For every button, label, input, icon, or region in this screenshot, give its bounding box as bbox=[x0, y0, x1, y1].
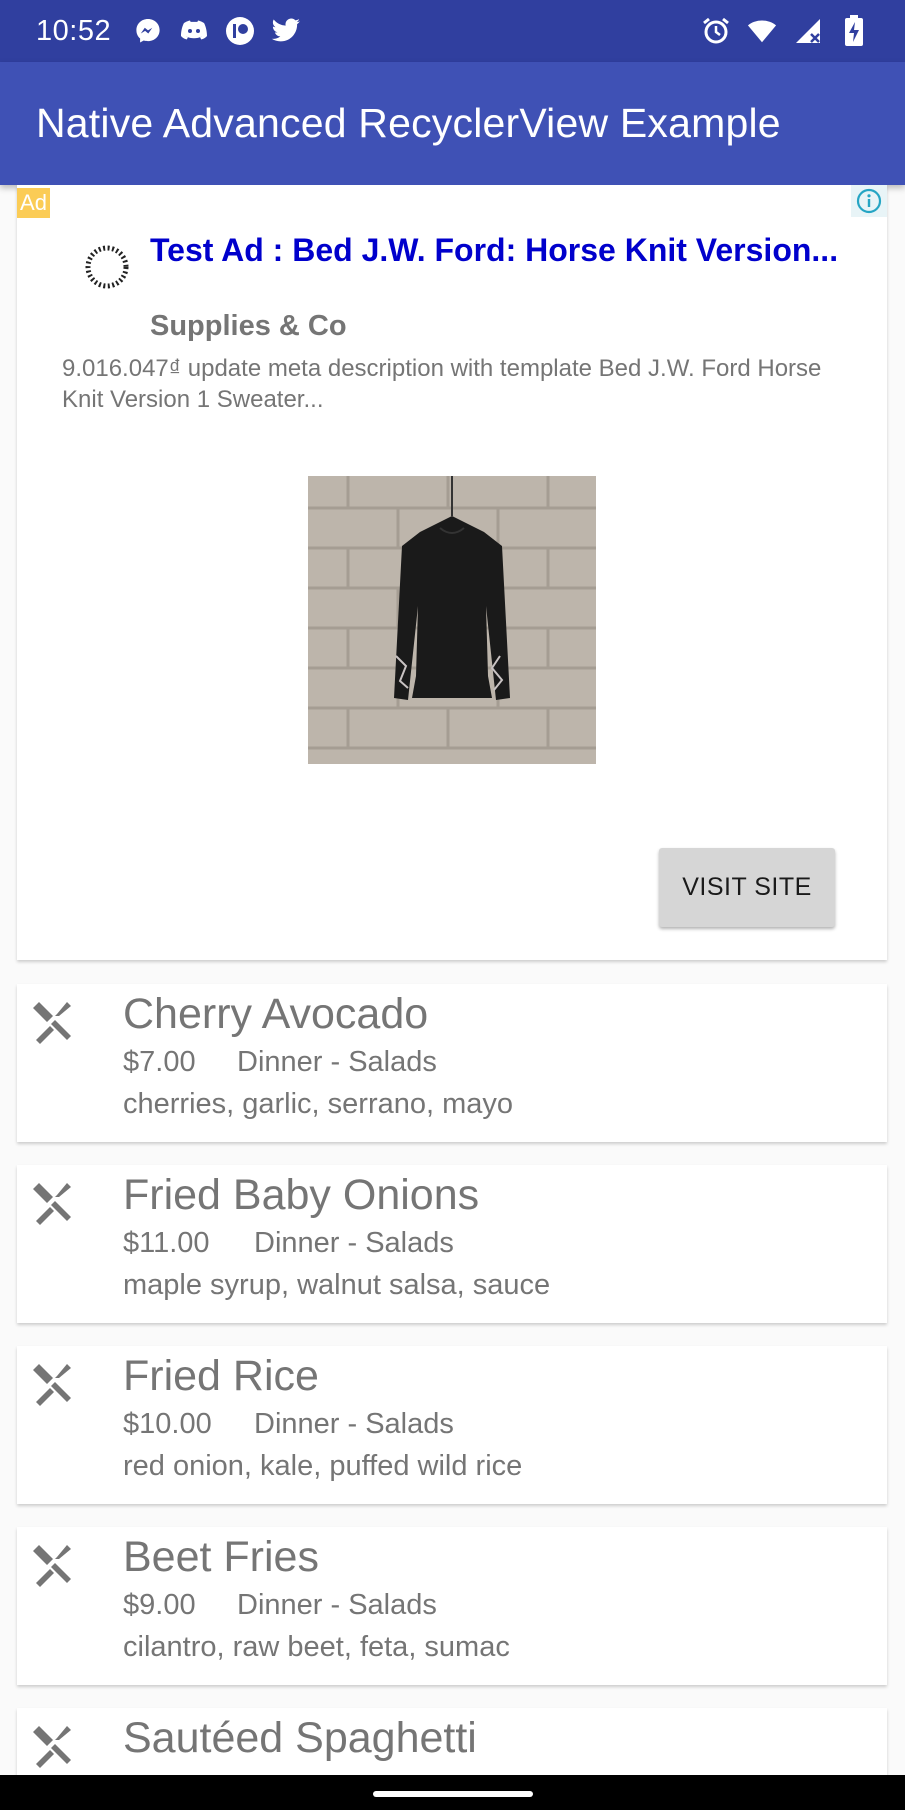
menu-item-price: $11.00 bbox=[123, 1227, 210, 1259]
wifi-icon bbox=[747, 16, 777, 46]
menu-item-card[interactable]: Sautéed Spaghetti bbox=[17, 1708, 887, 1775]
menu-item-description: cherries, garlic, serrano, mayo bbox=[123, 1088, 514, 1120]
menu-item-price: $9.00 bbox=[123, 1589, 196, 1621]
restaurant-icon bbox=[29, 1179, 75, 1225]
advertiser-logo[interactable] bbox=[77, 237, 137, 297]
discord-icon bbox=[179, 16, 209, 46]
native-ad-card[interactable]: Ad Test Ad : Bed J.W. Ford: Horse Knit V… bbox=[17, 185, 887, 960]
ad-choices-icon[interactable] bbox=[851, 185, 887, 217]
ad-headline[interactable]: Test Ad : Bed J.W. Ford: Horse Knit Vers… bbox=[150, 230, 850, 271]
gesture-handle[interactable] bbox=[373, 1791, 533, 1797]
status-bar: 10:52 bbox=[0, 0, 905, 62]
restaurant-icon bbox=[29, 1722, 75, 1768]
menu-item-card[interactable]: Cherry Avocado $7.00 Dinner - Salads che… bbox=[17, 984, 887, 1142]
ad-body: 9.016.047₫ update meta description with … bbox=[62, 355, 822, 413]
menu-item-name: Beet Fries bbox=[123, 1533, 319, 1581]
restaurant-icon bbox=[29, 1541, 75, 1587]
menu-item-name: Fried Rice bbox=[123, 1352, 319, 1400]
app-title: Native Advanced RecyclerView Example bbox=[36, 100, 781, 146]
alarm-icon bbox=[701, 16, 731, 46]
menu-item-name: Fried Baby Onions bbox=[123, 1171, 480, 1219]
menu-item-name: Cherry Avocado bbox=[123, 990, 429, 1038]
recycler-list[interactable]: Ad Test Ad : Bed J.W. Ford: Horse Knit V… bbox=[0, 185, 905, 1775]
notification-icons bbox=[133, 16, 301, 46]
menu-item-category: Dinner - Salads bbox=[254, 1408, 454, 1440]
restaurant-icon bbox=[29, 998, 75, 1044]
menu-item-category: Dinner - Salads bbox=[237, 1589, 437, 1621]
menu-item-description: red onion, kale, puffed wild rice bbox=[123, 1450, 523, 1482]
signal-icon bbox=[793, 16, 823, 46]
visit-site-button[interactable]: VISIT SITE bbox=[659, 848, 835, 927]
menu-item-price: $10.00 bbox=[123, 1408, 212, 1440]
menu-item-category: Dinner - Salads bbox=[237, 1046, 437, 1078]
menu-item-name: Sautéed Spaghetti bbox=[123, 1714, 477, 1762]
ad-advertiser: Supplies & Co bbox=[150, 310, 347, 342]
battery-charging-icon bbox=[839, 15, 869, 46]
menu-item-card[interactable]: Fried Rice $10.00 Dinner - Salads red on… bbox=[17, 1346, 887, 1504]
menu-item-card[interactable]: Fried Baby Onions $11.00 Dinner - Salads… bbox=[17, 1165, 887, 1323]
menu-item-category: Dinner - Salads bbox=[254, 1227, 454, 1259]
menu-item-description: maple syrup, walnut salsa, sauce bbox=[123, 1269, 551, 1301]
status-time: 10:52 bbox=[36, 14, 112, 47]
navigation-bar bbox=[0, 1775, 905, 1810]
messenger-icon bbox=[133, 16, 163, 46]
patreon-icon bbox=[225, 16, 255, 46]
menu-item-price: $7.00 bbox=[123, 1046, 196, 1078]
system-icons bbox=[701, 15, 869, 46]
twitter-icon bbox=[271, 16, 301, 46]
ad-badge: Ad bbox=[17, 188, 50, 218]
app-bar: Native Advanced RecyclerView Example bbox=[0, 62, 905, 185]
restaurant-icon bbox=[29, 1360, 75, 1406]
menu-item-description: cilantro, raw beet, feta, sumac bbox=[123, 1631, 510, 1663]
menu-item-card[interactable]: Beet Fries $9.00 Dinner - Salads cilantr… bbox=[17, 1527, 887, 1685]
ad-media-image[interactable] bbox=[308, 476, 596, 764]
